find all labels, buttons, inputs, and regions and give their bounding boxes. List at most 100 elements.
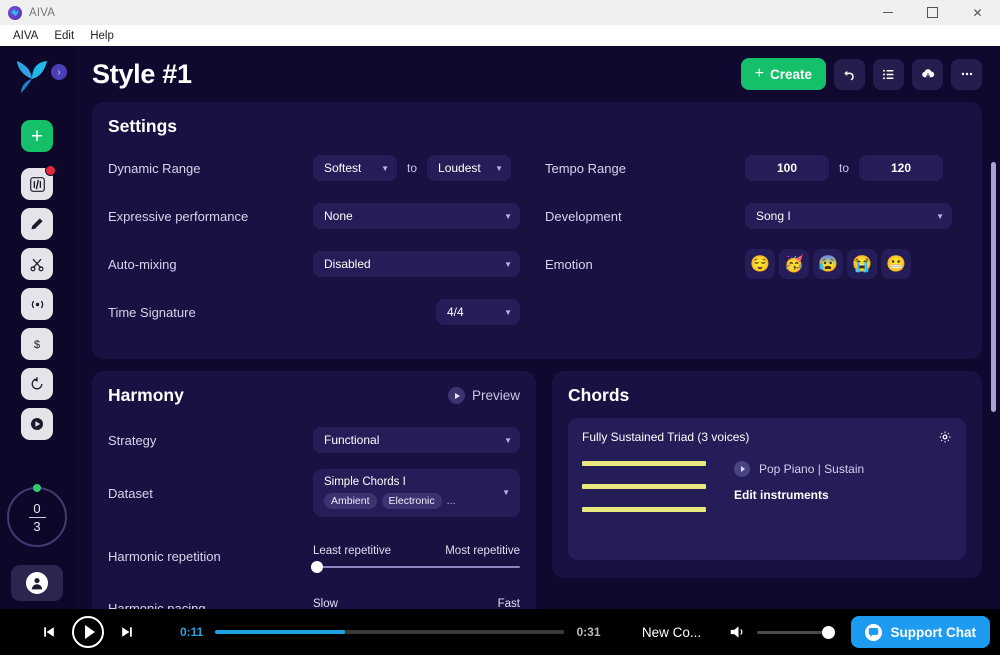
sidebar-logo[interactable]: › [11, 58, 69, 100]
dynamic-range-label: Dynamic Range [108, 160, 201, 176]
development-label: Development [545, 208, 622, 224]
sidebar-item-pricing[interactable]: $ [21, 328, 53, 360]
sidebar: › + $ 0 3 [0, 46, 74, 609]
play-icon [31, 418, 43, 430]
dataset-label: Dataset [108, 485, 153, 501]
sidebar-item-my-tracks[interactable] [21, 165, 56, 200]
download-button[interactable] [912, 58, 943, 90]
menu-item-aiva[interactable]: AIVA [6, 28, 45, 44]
chevron-down-icon: ▼ [936, 211, 944, 221]
dynamic-range-to-word: to [407, 161, 418, 175]
tempo-range-from-input[interactable]: 100 [745, 155, 829, 181]
time-signature-select[interactable]: 4/4 ▼ [436, 299, 520, 325]
emotion-crying[interactable]: 😭 [847, 249, 877, 279]
header-actions: + Create [740, 58, 982, 90]
setting-emotion: Emotion 😌 🥳 😰 😭 😬 [545, 245, 966, 283]
partying-face-icon: 🥳 [784, 256, 804, 273]
setting-development: Development Song I ▼ [545, 197, 966, 235]
cloud-download-icon [921, 69, 934, 79]
emotion-partying[interactable]: 🥳 [779, 249, 809, 279]
chevron-down-icon: ▼ [495, 163, 504, 173]
notification-badge [45, 165, 56, 176]
app-body: › + $ 0 3 Style #1 + Create Settings Dyn… [0, 46, 1000, 609]
play-icon [447, 387, 465, 404]
emotion-anxious[interactable]: 😰 [813, 249, 843, 279]
create-button[interactable]: + Create [740, 58, 826, 90]
sidebar-item-create-new[interactable]: + [21, 120, 53, 152]
edit-instruments-link[interactable]: Edit instruments [734, 488, 864, 502]
auto-mixing-select[interactable]: Disabled ▼ [313, 251, 520, 277]
slider-thumb[interactable] [311, 560, 323, 573]
plus-icon: + [754, 65, 764, 82]
seek-bar[interactable] [215, 630, 565, 634]
undo-button[interactable] [834, 58, 865, 90]
dataset-select[interactable]: Simple Chords I Ambient Electronic ... ▼ [313, 469, 520, 517]
sidebar-expand-icon[interactable]: › [49, 62, 69, 82]
svg-text:$: $ [34, 339, 41, 351]
previous-icon [44, 627, 54, 637]
settings-title: Settings [108, 116, 178, 136]
plus-icon: + [30, 124, 44, 148]
harmony-preview-button[interactable]: Preview [447, 387, 520, 404]
window-title: AIVA [29, 6, 56, 19]
settings-left-column: Dynamic Range Softest ▼ to Loudest ▼ Exp… [108, 149, 529, 341]
anxious-face-icon: 😰 [818, 256, 838, 273]
strategy-select[interactable]: Functional ▼ [313, 427, 520, 453]
expressive-performance-select[interactable]: None ▼ [313, 203, 520, 229]
credits-divider [28, 516, 46, 518]
gear-icon[interactable] [938, 430, 952, 449]
account-button[interactable] [11, 565, 63, 601]
sidebar-item-broadcast[interactable] [21, 288, 53, 320]
support-chat-button[interactable]: Support Chat [850, 616, 990, 648]
chevron-down-icon: ▼ [504, 259, 512, 269]
tempo-range-label: Tempo Range [545, 160, 626, 176]
volume-control[interactable] [729, 624, 835, 640]
vertical-scrollbar[interactable] [991, 162, 996, 412]
minimize-button[interactable] [865, 0, 910, 25]
harmonic-repetition-slider[interactable] [311, 560, 520, 573]
setting-dynamic-range: Dynamic Range Softest ▼ to Loudest ▼ [108, 149, 529, 187]
tempo-range-from-value: 100 [776, 161, 798, 175]
dynamic-range-to-select[interactable]: Loudest ▼ [427, 155, 512, 181]
list-icon [883, 69, 894, 79]
dataset-value: Simple Chords I [324, 476, 406, 488]
menu-item-help[interactable]: Help [83, 28, 121, 44]
sidebar-item-edit[interactable] [21, 208, 53, 240]
chord-track-item[interactable]: Fully Sustained Triad (3 voices) Pop Pia… [568, 418, 966, 560]
emotion-grimacing[interactable]: 😬 [881, 249, 911, 279]
volume-icon [730, 626, 742, 638]
sidebar-item-cut[interactable] [21, 248, 53, 280]
settings-scroll-area[interactable]: Settings Dynamic Range Softest ▼ to Loud… [74, 102, 1000, 609]
maximize-button[interactable] [910, 0, 955, 25]
menu-item-edit[interactable]: Edit [47, 28, 81, 44]
chat-bubble-icon [864, 623, 882, 641]
sidebar-item-history[interactable] [21, 368, 53, 400]
dynamic-range-from-select[interactable]: Softest ▼ [313, 155, 397, 181]
chord-track-name: Fully Sustained Triad (3 voices) [582, 430, 750, 444]
next-track-button[interactable] [112, 624, 142, 640]
undo-arrow-icon [844, 70, 854, 80]
previous-track-button[interactable] [34, 624, 64, 640]
chevron-down-icon: ▼ [504, 307, 512, 317]
close-button[interactable]: ✕ [955, 0, 1000, 25]
volume-thumb[interactable] [821, 625, 835, 639]
play-button[interactable] [72, 616, 104, 648]
development-select[interactable]: Song I ▼ [745, 203, 952, 229]
instrument-play-button[interactable] [734, 461, 750, 477]
more-options-button[interactable] [951, 58, 982, 90]
tempo-range-to-word: to [839, 161, 850, 175]
sidebar-item-play-library[interactable] [21, 408, 53, 440]
time-signature-value: 4/4 [447, 305, 464, 319]
chords-title: Chords [568, 385, 630, 405]
emotion-relieved[interactable]: 😌 [745, 249, 775, 279]
main-content: Style #1 + Create Settings Dynamic Range… [74, 46, 1000, 609]
tempo-range-to-input[interactable]: 120 [859, 155, 944, 181]
setting-strategy: Strategy Functional ▼ [108, 418, 520, 462]
auto-mixing-label: Auto-mixing [108, 256, 177, 272]
harmonic-repetition-min-label: Least repetitive [313, 544, 391, 557]
waveform-icon [29, 176, 45, 192]
list-view-button[interactable] [873, 58, 904, 90]
credits-indicator[interactable]: 0 3 [7, 484, 67, 547]
harmonic-pacing-label: Harmonic pacing [108, 600, 206, 610]
volume-slider[interactable] [756, 625, 835, 639]
